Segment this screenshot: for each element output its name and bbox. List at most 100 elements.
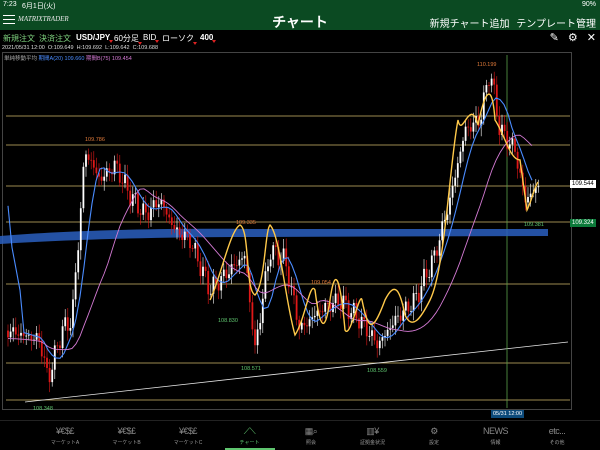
candle-body — [142, 203, 145, 215]
candle-body — [339, 304, 342, 309]
candle-body — [365, 319, 368, 337]
candle-body — [363, 316, 366, 320]
candle-body — [469, 127, 472, 132]
candle-body — [194, 242, 197, 249]
candle-body — [352, 302, 355, 314]
candle-body — [191, 248, 194, 249]
tab-chart[interactable]: ⟋⟍ チャート — [224, 424, 275, 450]
candle-body — [308, 319, 311, 327]
candle-body — [337, 293, 340, 305]
candle-body — [181, 234, 184, 240]
candle-body — [209, 293, 212, 295]
candle-body — [77, 250, 80, 273]
candle-body — [92, 160, 95, 168]
price-annotation: 109.786 — [85, 137, 105, 143]
candle-body — [204, 266, 207, 271]
candle-body — [459, 151, 462, 164]
price-annotation: 108.571 — [241, 366, 261, 372]
candle-body — [217, 283, 220, 291]
candle-body — [259, 323, 262, 330]
candle-body — [152, 200, 155, 208]
candle-body — [306, 325, 308, 327]
tab-etc[interactable]: etc... その他 — [532, 424, 582, 446]
candle-body — [22, 332, 25, 336]
candle-body — [441, 221, 444, 241]
tab-market-b[interactable]: ¥€$£ マーケットB — [102, 424, 152, 446]
candle-body — [412, 293, 415, 311]
candle-body — [43, 356, 46, 358]
candle-body — [324, 303, 327, 312]
candle-body — [95, 167, 98, 174]
candle-body — [183, 231, 186, 240]
candle-body — [436, 250, 438, 256]
candle-body — [537, 186, 540, 188]
candle-body — [511, 138, 514, 145]
tab-settings[interactable]: ⚙ 設定 — [409, 424, 459, 446]
price-annotation: 108.559 — [367, 368, 387, 374]
candle-body — [345, 295, 347, 301]
candle-body — [319, 310, 321, 312]
candle-body — [147, 212, 150, 221]
tab-inquiry[interactable]: ▦⌕ 照会 — [286, 424, 336, 446]
tab-market-a[interactable]: ¥€$£ マーケットA — [40, 424, 90, 446]
candle-body — [287, 266, 290, 288]
candle-body — [488, 85, 490, 86]
candle-body — [27, 334, 30, 336]
candle-body — [196, 242, 199, 262]
news-icon: NEWS — [483, 426, 509, 436]
candle-body — [373, 330, 376, 341]
candle-body — [397, 315, 399, 317]
candle-body — [430, 255, 433, 278]
candle-body — [381, 337, 384, 341]
candle-body — [360, 316, 363, 329]
candle-body — [269, 259, 272, 267]
candle-body — [25, 335, 28, 337]
tab-label: 情報 — [490, 440, 501, 446]
candlestick-chart[interactable] — [0, 0, 600, 420]
candle-body — [438, 240, 441, 256]
candle-body — [303, 322, 306, 326]
candle-body — [59, 345, 61, 349]
candle-body — [529, 193, 532, 197]
candle-body — [391, 325, 394, 328]
candle-body — [7, 330, 9, 338]
candle-body — [235, 265, 238, 267]
tab-market-c[interactable]: ¥€$£ マーケットC — [163, 424, 213, 446]
candle-body — [17, 334, 20, 336]
candle-body — [207, 270, 210, 295]
currency-icon: etc... — [548, 426, 566, 436]
tab-margin[interactable]: ▥¥ 証拠金状況 — [348, 424, 398, 446]
chart-icon: ⟋⟍ — [243, 426, 256, 436]
candle-body — [225, 269, 228, 279]
candle-body — [417, 292, 420, 302]
candle-body — [243, 255, 246, 259]
candle-body — [295, 295, 298, 320]
tab-label: チャート — [239, 440, 260, 446]
candle-body — [69, 328, 72, 331]
gear-icon: ⚙ — [430, 426, 438, 436]
candle-body — [121, 182, 124, 184]
candle-body — [490, 78, 493, 86]
candle-body — [189, 233, 191, 249]
candle-body — [326, 303, 329, 304]
price-annotation: 109.381 — [524, 222, 544, 228]
candle-body — [272, 245, 275, 260]
candle-body — [124, 174, 126, 184]
candle-body — [376, 340, 379, 349]
candle-body — [220, 276, 223, 291]
candle-body — [334, 293, 337, 304]
currency-icon: ¥€$£ — [55, 426, 75, 436]
candle-body — [82, 166, 85, 209]
candle-body — [173, 224, 176, 230]
candle-body — [300, 322, 303, 330]
candle-body — [274, 245, 277, 247]
candle-body — [9, 331, 12, 338]
tab-news[interactable]: NEWS 情報 — [471, 424, 521, 446]
candle-body — [56, 345, 59, 347]
candle-body — [79, 208, 82, 251]
candle-body — [165, 207, 168, 215]
tab-label: 照会 — [305, 440, 316, 446]
currency-icon: ¥€$£ — [178, 426, 198, 436]
candle-body — [233, 264, 236, 266]
currency-icon: ¥€$£ — [117, 426, 136, 436]
